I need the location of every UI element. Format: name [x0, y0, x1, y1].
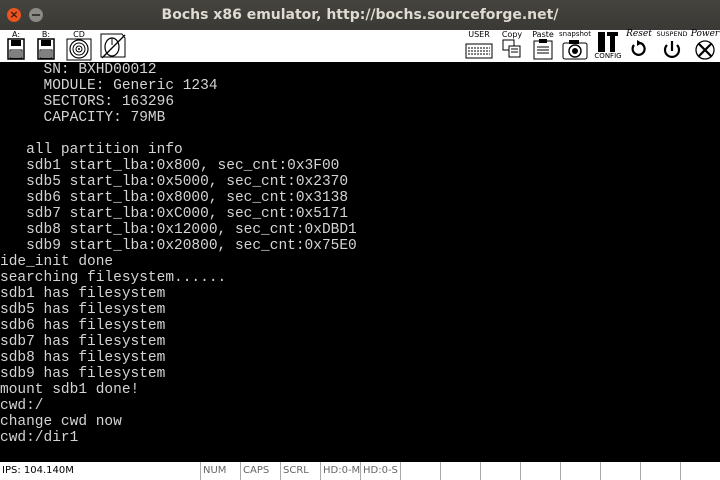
console-line: sdb7 has filesystem	[0, 334, 166, 350]
snapshot-button[interactable]: snapshot	[558, 30, 592, 62]
copy-icon	[502, 39, 521, 58]
power-icon	[695, 40, 715, 60]
config-label: CONFIG	[594, 52, 622, 60]
console-line: sdb6 start_lba:0x8000, sec_cnt:0x3138	[0, 190, 349, 206]
status-slot	[480, 462, 521, 480]
paste-icon	[533, 39, 553, 60]
cdrom-icon	[66, 38, 92, 61]
hd-slave-indicator: HD:0-S	[360, 462, 401, 480]
console-line: SECTORS: 163296	[0, 94, 175, 110]
status-slot	[680, 462, 719, 480]
console-line: sdb6 has filesystem	[0, 318, 166, 334]
console-line: sdb5 has filesystem	[0, 302, 166, 318]
console-line: sdb5 start_lba:0x5000, sec_cnt:0x2370	[0, 174, 349, 190]
console-line: sdb8 start_lba:0x12000, sec_cnt:0xDBD1	[0, 222, 357, 238]
emulator-console[interactable]: SN: BXHD00012 MODULE: Generic 1234 SECTO…	[0, 62, 720, 462]
num-lock-indicator: NUM	[200, 462, 241, 480]
status-slot	[560, 462, 601, 480]
mouse-capture-button[interactable]	[98, 30, 128, 62]
console-line: cwd:/dir1	[0, 430, 79, 446]
console-line: sdb9 start_lba:0x20800, sec_cnt:0x75E0	[0, 238, 357, 254]
reset-icon	[631, 40, 646, 56]
suspend-button[interactable]: SUSPEND	[656, 30, 688, 62]
floppy-icon	[37, 38, 55, 60]
status-slot	[440, 462, 481, 480]
camera-icon	[562, 40, 588, 60]
cdrom-button[interactable]: CD	[64, 30, 94, 62]
caps-lock-indicator: CAPS	[240, 462, 281, 480]
console-line: sdb9 has filesystem	[0, 366, 166, 382]
console-line: sdb7 start_lba:0xC000, sec_cnt:0x5171	[0, 206, 349, 222]
status-slot	[520, 462, 561, 480]
console-line: SN: BXHD00012	[0, 62, 157, 78]
hd-master-indicator: HD:0-M	[320, 462, 361, 480]
status-slot	[400, 462, 441, 480]
console-line: mount sdb1 done!	[0, 382, 140, 398]
title-bar: × Bochs x86 emulator, http://bochs.sourc…	[0, 0, 720, 30]
user-button[interactable]: USER	[464, 30, 494, 62]
console-line: sdb1 start_lba:0x800, sec_cnt:0x3F00	[0, 158, 340, 174]
paste-button[interactable]: Paste	[530, 30, 556, 62]
console-line: MODULE: Generic 1234	[0, 78, 218, 94]
console-line: sdb8 has filesystem	[0, 350, 166, 366]
console-line: sdb1 has filesystem	[0, 286, 166, 302]
ips-indicator: IPS: 104.140M	[2, 465, 74, 476]
floppy-icon	[7, 38, 25, 60]
scroll-lock-indicator: SCRL	[280, 462, 321, 480]
floppy-b-button[interactable]: B:	[34, 30, 58, 62]
power-button[interactable]: Power	[690, 30, 720, 62]
console-line: ide_init done	[0, 254, 114, 270]
console-line: change cwd now	[0, 414, 122, 430]
status-bar: IPS: 104.140M NUM CAPS SCRL HD:0-M HD:0-…	[0, 462, 720, 480]
reset-button[interactable]: Reset	[624, 30, 654, 62]
console-line: cwd:/	[0, 398, 44, 414]
copy-button[interactable]: Copy	[500, 30, 524, 62]
console-line: all partition info	[0, 142, 183, 158]
window-title: Bochs x86 emulator, http://bochs.sourcef…	[161, 7, 559, 23]
config-button[interactable]: CONFIG	[594, 30, 622, 62]
status-slot	[600, 462, 641, 480]
console-line: searching filesystem......	[0, 270, 227, 286]
mouse-icon	[100, 33, 126, 59]
bochs-toolbar: A: B: CD USER Copy Paste snapshot CONFIG…	[0, 30, 720, 63]
suspend-icon	[663, 41, 681, 58]
status-slot	[640, 462, 681, 480]
keyboard-icon	[465, 43, 493, 59]
floppy-a-button[interactable]: A:	[4, 30, 28, 62]
console-line: CAPACITY: 79MB	[0, 110, 166, 126]
